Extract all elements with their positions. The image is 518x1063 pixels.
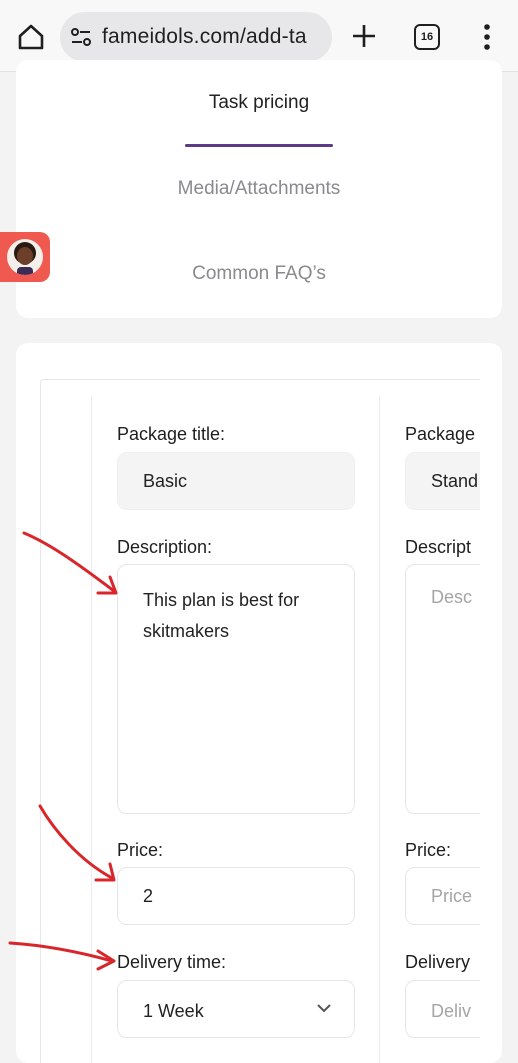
description-placeholder: Desc xyxy=(431,587,473,607)
avatar-chip[interactable] xyxy=(0,232,50,282)
description-textarea[interactable]: Desc xyxy=(405,564,480,814)
package-title-input[interactable]: Stand xyxy=(405,452,480,510)
active-tab-indicator xyxy=(185,144,333,147)
price-label: Price: xyxy=(405,840,452,860)
column-divider xyxy=(91,396,92,1063)
price-value: 2 xyxy=(143,886,154,906)
address-bar[interactable]: fameidols.com/add-ta xyxy=(60,12,332,62)
package-title-label: Package title: xyxy=(117,424,226,444)
home-icon[interactable] xyxy=(14,20,48,54)
more-vert-icon[interactable] xyxy=(476,22,498,52)
package-title-value: Stand xyxy=(431,471,479,491)
tab-count: 16 xyxy=(420,31,434,43)
package-title-label: Package xyxy=(405,424,476,444)
packages-card: Package title: Basic Description: This p… xyxy=(16,343,502,1063)
packages-table[interactable]: Package title: Basic Description: This p… xyxy=(40,379,480,1063)
description-label: Description: xyxy=(117,537,213,557)
tab-switcher-icon[interactable]: 16 xyxy=(414,24,440,50)
delivery-time-label: Delivery xyxy=(405,952,471,972)
avatar xyxy=(7,239,43,275)
price-placeholder: Price xyxy=(431,886,473,906)
delivery-time-label: Delivery time: xyxy=(117,952,227,972)
description-label: Descript xyxy=(405,537,472,557)
tab-media-attachments[interactable]: Media/Attachments xyxy=(16,178,502,200)
delivery-time-select[interactable]: Deliv xyxy=(405,980,480,1038)
chevron-down-icon xyxy=(317,1004,331,1013)
price-input[interactable]: Price xyxy=(405,867,480,925)
column-divider xyxy=(379,396,380,1063)
delivery-time-select[interactable]: 1 Week xyxy=(117,980,355,1038)
site-settings-icon[interactable] xyxy=(70,26,92,48)
tab-common-faqs[interactable]: Common FAQ’s xyxy=(16,263,502,285)
price-label: Price: xyxy=(117,840,164,860)
delivery-time-value: 1 Week xyxy=(143,1001,204,1021)
tab-task-pricing[interactable]: Task pricing xyxy=(16,92,502,114)
new-tab-icon[interactable] xyxy=(348,20,380,52)
url-text[interactable]: fameidols.com/add-ta xyxy=(102,25,307,49)
delivery-time-placeholder: Deliv xyxy=(431,1001,472,1021)
package-title-input[interactable]: Basic xyxy=(117,452,355,510)
steps-card: Task pricing Media/Attachments Common FA… xyxy=(16,60,502,318)
description-textarea[interactable]: This plan is best for skitmakers xyxy=(117,564,355,814)
price-input[interactable]: 2 xyxy=(117,867,355,925)
description-value: This plan is best for skitmakers xyxy=(143,590,300,641)
package-title-value: Basic xyxy=(143,471,188,491)
